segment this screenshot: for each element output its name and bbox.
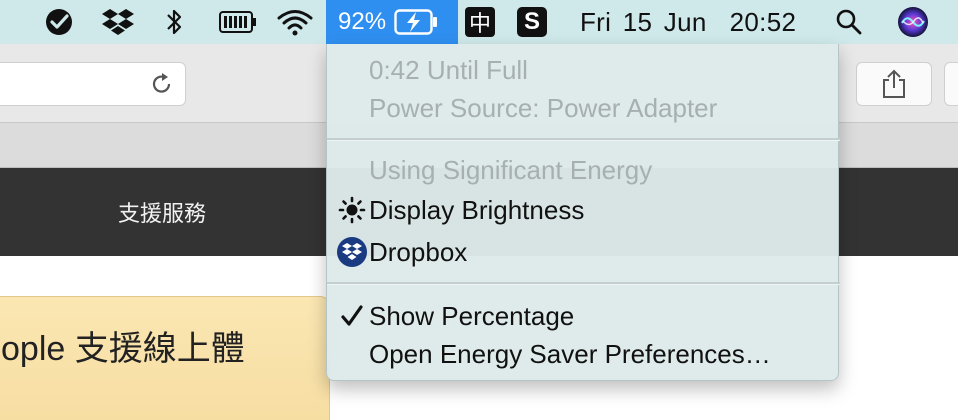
checkmark-icon bbox=[337, 301, 367, 331]
wifi-icon[interactable] bbox=[274, 6, 316, 38]
address-bar[interactable] bbox=[0, 62, 186, 106]
dropbox-icon bbox=[337, 237, 367, 267]
menu-separator bbox=[327, 138, 840, 141]
reload-icon[interactable] bbox=[149, 71, 175, 97]
battery-menu: 0:42 Until Full Power Source: Power Adap… bbox=[326, 44, 840, 381]
nav-link-support[interactable]: 支援服務 bbox=[118, 168, 206, 256]
support-banner[interactable]: ople 支援線上體 bbox=[0, 296, 330, 420]
share-icon bbox=[881, 69, 907, 99]
menu-item-label: Display Brightness bbox=[369, 194, 585, 225]
menu-item-display-brightness[interactable]: Display Brightness bbox=[338, 192, 585, 228]
share-button[interactable] bbox=[856, 62, 932, 106]
menu-item-show-percentage[interactable]: Show Percentage bbox=[341, 298, 575, 334]
menu-separator bbox=[327, 282, 840, 285]
menubar-clock[interactable]: Fri 15 Jun 20:52 bbox=[580, 0, 796, 44]
moon-check-icon[interactable] bbox=[42, 6, 76, 38]
banner-text: ople 支援線上體 bbox=[1, 330, 245, 368]
bluetooth-icon[interactable] bbox=[162, 6, 186, 38]
menu-power-source: Power Source: Power Adapter bbox=[369, 92, 718, 123]
menu-item-open-energy-saver[interactable]: Open Energy Saver Preferences… bbox=[369, 336, 771, 372]
menu-bar: 92% 中 S Fri 15 Jun 20:52 bbox=[0, 0, 958, 44]
menu-time-until-full: 0:42 Until Full bbox=[369, 54, 528, 85]
menu-item-dropbox[interactable]: Dropbox bbox=[337, 234, 468, 270]
search-icon[interactable] bbox=[834, 6, 864, 38]
input-method-icon[interactable]: 中 bbox=[464, 6, 496, 38]
battery-charging-icon bbox=[394, 8, 440, 36]
menu-item-label: Show Percentage bbox=[369, 300, 575, 331]
brightness-icon bbox=[337, 195, 367, 225]
menu-significant-energy-heading: Using Significant Energy bbox=[369, 154, 653, 185]
input-method-label: 中 bbox=[465, 7, 495, 37]
menu-item-label: Dropbox bbox=[369, 236, 468, 267]
battery-meter-icon[interactable] bbox=[218, 6, 258, 38]
app-s-label: S bbox=[517, 7, 547, 37]
app-s-icon[interactable]: S bbox=[516, 6, 548, 38]
dropbox-icon[interactable] bbox=[100, 6, 136, 38]
battery-status-item[interactable]: 92% bbox=[326, 0, 458, 44]
battery-percentage: 92% bbox=[338, 8, 387, 35]
siri-icon[interactable] bbox=[896, 6, 930, 38]
sidebar-button[interactable] bbox=[944, 62, 958, 106]
